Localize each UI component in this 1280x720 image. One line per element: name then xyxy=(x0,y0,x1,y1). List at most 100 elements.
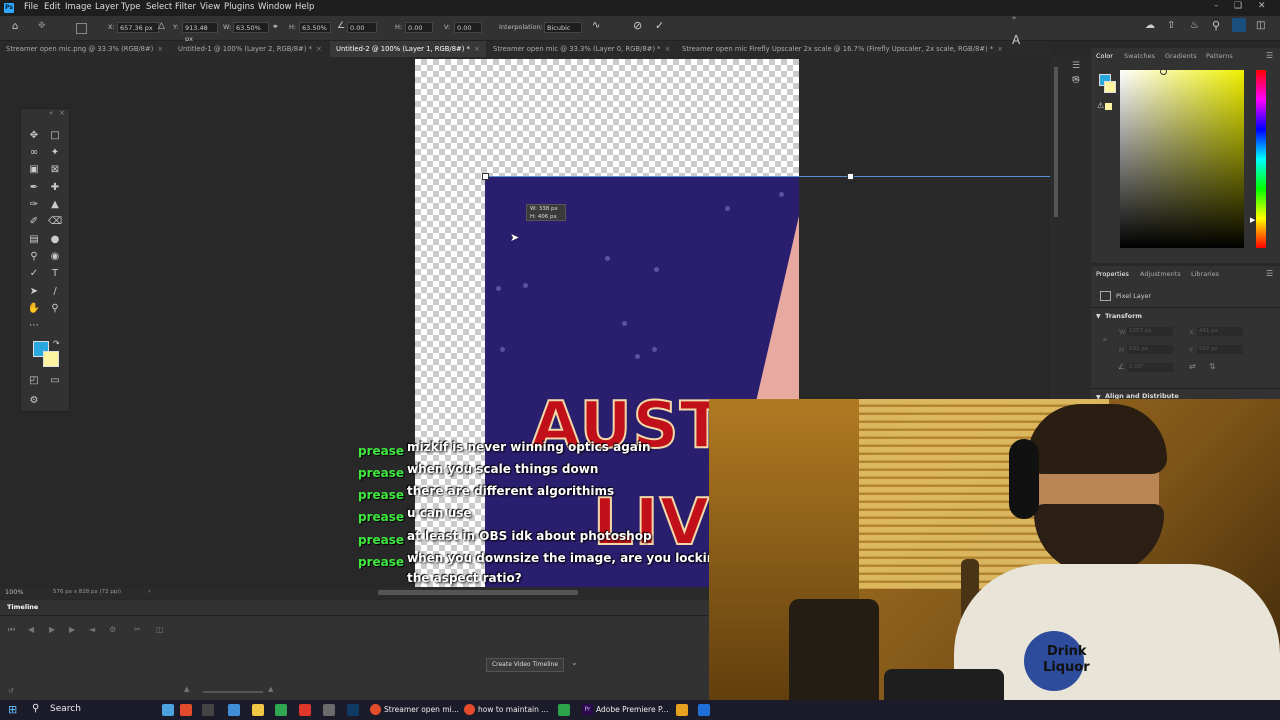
type-tool-icon[interactable]: T xyxy=(48,267,62,281)
task-view-icon[interactable] xyxy=(202,704,214,716)
menu-layer[interactable]: Layer xyxy=(95,2,119,12)
app-icon[interactable] xyxy=(299,704,311,716)
app-icon[interactable] xyxy=(698,704,710,716)
magic-wand-icon[interactable]: ✦ xyxy=(48,146,62,160)
angle-field[interactable]: 0.00° xyxy=(1127,363,1173,372)
close-icon[interactable]: × xyxy=(316,45,322,53)
prev-frame-icon[interactable]: ◀ xyxy=(28,625,34,634)
swap-colors-icon[interactable]: ↷ xyxy=(53,339,60,348)
angle-field[interactable]: 0.00 xyxy=(347,22,377,33)
chevron-right-icon[interactable]: › xyxy=(148,587,151,595)
menu-filter[interactable]: Filter xyxy=(175,2,196,12)
flip-horizontal-icon[interactable]: ⇄ xyxy=(1189,362,1196,371)
layers-panel-icon[interactable]: ☰ xyxy=(1072,61,1080,71)
menu-help[interactable]: Help xyxy=(295,2,314,12)
history-brush-icon[interactable]: ✐ xyxy=(27,215,41,229)
hskew-field[interactable]: 0.00 xyxy=(405,22,433,33)
x-field[interactable]: 657.36 px xyxy=(117,22,159,33)
commit-transform-icon[interactable]: ✓ xyxy=(655,19,664,32)
move-tool-icon[interactable]: ✥ xyxy=(38,21,46,31)
stamp-tool-icon[interactable]: ▲ xyxy=(48,198,62,212)
menu-file[interactable]: File xyxy=(24,2,38,12)
chevron-down-icon[interactable]: ⌄ xyxy=(571,658,578,667)
zoom-tool-icon[interactable]: ⚲ xyxy=(48,302,62,316)
gamut-swatch[interactable] xyxy=(1105,103,1112,110)
background-color-swatch[interactable] xyxy=(1104,81,1116,93)
sponge-icon[interactable]: ◉ xyxy=(48,250,62,264)
audio-icon[interactable]: ◄ xyxy=(89,625,95,634)
close-icon[interactable]: × xyxy=(665,45,671,53)
h-field[interactable]: 592 px xyxy=(1127,345,1173,354)
search-icon[interactable]: ⚲ xyxy=(32,703,39,714)
hue-slider-handle[interactable]: ▶ xyxy=(1250,216,1255,224)
zoom-out-icon[interactable]: ▲ xyxy=(184,685,189,693)
frame-tool-icon[interactable]: ⊠ xyxy=(48,163,62,177)
more-tools-icon[interactable]: ⋯ xyxy=(27,319,41,333)
tab-gradients[interactable]: Gradients xyxy=(1165,52,1197,60)
tab-overflow-icon[interactable]: » xyxy=(1012,14,1016,22)
tab-libraries[interactable]: Libraries xyxy=(1191,270,1219,278)
menu-plugins[interactable]: Plugins xyxy=(224,2,254,12)
chrome-icon[interactable] xyxy=(275,704,287,716)
chevron-down-icon[interactable]: ▼ xyxy=(1096,313,1101,320)
menu-select[interactable]: Select xyxy=(146,2,172,12)
vlc-icon[interactable] xyxy=(676,704,688,716)
brush-tool-icon[interactable]: ✑ xyxy=(27,198,41,212)
crop-tool-icon[interactable]: ▣ xyxy=(27,163,41,177)
background-color-swatch[interactable] xyxy=(43,351,59,367)
workspace-icon[interactable] xyxy=(1232,18,1246,32)
settings-icon[interactable]: ⚙ xyxy=(109,625,116,634)
interpolation-select[interactable]: Bicubic xyxy=(544,22,582,33)
timeline-zoom-slider[interactable] xyxy=(203,691,263,693)
close-icon[interactable]: × xyxy=(59,109,65,117)
transition-icon[interactable]: ◫ xyxy=(156,625,164,634)
cloud-icon[interactable]: ☁ xyxy=(1145,20,1155,31)
link-icon[interactable]: ⚭ xyxy=(272,22,279,31)
close-icon[interactable]: × xyxy=(157,45,163,53)
tab-color[interactable]: Color xyxy=(1096,52,1113,60)
bell-icon[interactable]: ♨ xyxy=(1190,20,1199,31)
app-icon[interactable] xyxy=(558,704,570,716)
warp-icon[interactable]: ∿ xyxy=(592,20,600,31)
pen-tool-icon[interactable]: ✓ xyxy=(27,267,41,281)
tab-adjustments[interactable]: Adjustments xyxy=(1140,270,1181,278)
zoom-level[interactable]: 100% xyxy=(5,588,24,596)
collapse-icon[interactable]: « xyxy=(49,109,53,117)
edit-toolbar-icon[interactable]: ⚙ xyxy=(27,394,41,408)
menu-image[interactable]: Image xyxy=(65,2,92,12)
comments-icon[interactable]: ✉ xyxy=(1072,75,1080,85)
document-info[interactable]: 576 px x 828 px (72 ppi) xyxy=(53,589,121,595)
tab-swatches[interactable]: Swatches xyxy=(1124,52,1155,60)
marquee-tool-icon[interactable]: □ xyxy=(48,129,62,143)
cancel-transform-icon[interactable]: ⊘ xyxy=(633,19,642,32)
color-picker-marker[interactable] xyxy=(1160,68,1167,75)
transform-header[interactable]: Transform xyxy=(1105,312,1142,320)
minimize-icon[interactable]: – xyxy=(1214,1,1219,11)
screen-mode-icon[interactable]: ▭ xyxy=(48,374,62,388)
home-icon[interactable]: ⌂ xyxy=(12,21,18,32)
tab-streamer-open-mic-layer0[interactable]: Streamer open mic @ 33.3% (Layer 0, RGB/… xyxy=(487,41,678,57)
w-field[interactable]: 63.50% xyxy=(233,22,269,33)
tab-properties[interactable]: Properties xyxy=(1096,270,1129,278)
tab-firefly-upscaler[interactable]: Streamer open mic Firefly Upscaler 2x sc… xyxy=(676,41,1006,57)
convert-frame-icon[interactable]: ↺ xyxy=(8,687,14,695)
gradient-tool-icon[interactable]: ▤ xyxy=(27,233,41,247)
reference-point-icon[interactable] xyxy=(76,23,87,34)
close-icon[interactable]: ✕ xyxy=(1258,1,1266,11)
tab-streamer-open-mic[interactable]: Streamer open mic.png @ 33.3% (RGB/8#) × xyxy=(0,41,176,57)
h-field[interactable]: 63.50% xyxy=(299,22,331,33)
photoshop-icon[interactable] xyxy=(347,704,359,716)
panel-menu-icon[interactable]: ☰ xyxy=(1266,51,1273,60)
play-icon[interactable]: ▶ xyxy=(49,625,55,634)
next-frame-icon[interactable]: ▶ xyxy=(69,625,75,634)
close-icon[interactable]: × xyxy=(997,45,1003,53)
edge-icon[interactable] xyxy=(228,704,240,716)
tab-untitled-1[interactable]: Untitled-1 @ 100% (Layer 2, RGB/8#) * × xyxy=(172,41,334,57)
color-picker-field[interactable] xyxy=(1120,70,1244,248)
y-field[interactable]: 913.48 px xyxy=(182,22,218,43)
zoom-in-icon[interactable]: ▲ xyxy=(268,685,273,693)
share-icon[interactable]: ⇧ xyxy=(1167,20,1175,31)
widget-icon[interactable] xyxy=(162,704,174,716)
eraser-icon[interactable]: ⌫ xyxy=(48,215,62,229)
folder-icon[interactable] xyxy=(252,704,264,716)
